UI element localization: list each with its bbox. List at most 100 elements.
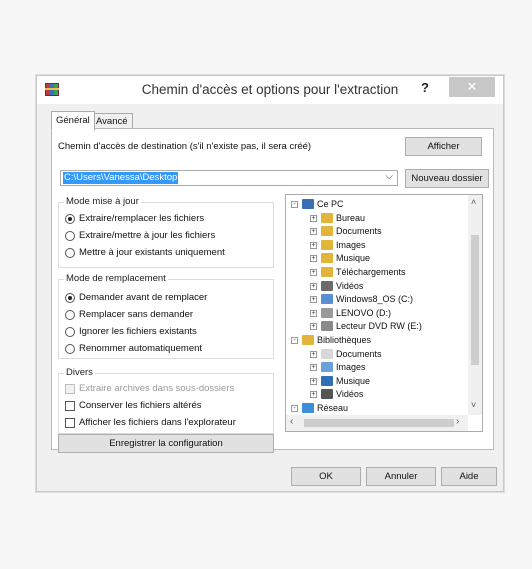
documents-library-icon	[321, 348, 333, 359]
collapse-icon[interactable]: -	[291, 337, 298, 344]
tree-node-label[interactable]: Musique	[336, 375, 370, 387]
tree-node-label[interactable]: Bureau	[336, 212, 365, 224]
tree-node-label[interactable]: Vidéos	[336, 280, 363, 292]
pictures-library-icon	[321, 362, 333, 373]
network-icon	[302, 403, 314, 413]
expand-icon[interactable]: +	[310, 350, 317, 358]
overwrite-mode-group: Mode de remplacement Demander avant de r…	[58, 273, 274, 359]
libraries-icon	[302, 335, 314, 345]
chevron-down-icon[interactable]: ⌵	[385, 171, 393, 182]
general-tab-panel: Chemin d'accès de destination (s'il n'ex…	[51, 128, 494, 453]
expand-icon[interactable]: +	[310, 241, 317, 249]
pictures-folder-icon	[321, 239, 333, 250]
folder-tree[interactable]: - Ce PC + Bureau + Documents + Images + Musique + T…	[285, 194, 483, 432]
tree-node-label[interactable]: Documents	[336, 225, 382, 237]
option-update-existing[interactable]: Mettre à jour existants uniquement	[79, 247, 225, 258]
title-bar[interactable]: Chemin d'accès et options pour l'extract…	[37, 76, 503, 104]
radio-auto-rename[interactable]	[65, 344, 75, 354]
dvd-drive-icon	[321, 321, 333, 332]
checkbox-extract-subfolders[interactable]	[65, 384, 75, 394]
radio-extract-update[interactable]	[65, 231, 75, 241]
tree-node-label[interactable]: LENOVO (D:)	[336, 307, 391, 319]
expand-icon[interactable]: +	[310, 364, 317, 372]
close-icon: ✕	[466, 79, 478, 94]
radio-skip-existing[interactable]	[65, 327, 75, 337]
new-folder-button[interactable]: Nouveau dossier	[405, 169, 489, 188]
system-drive-icon	[321, 294, 333, 305]
expand-icon[interactable]: +	[310, 269, 317, 276]
checkbox-show-in-explorer[interactable]	[65, 418, 75, 428]
save-settings-button[interactable]: Enregistrer la configuration	[58, 434, 274, 453]
scroll-down-icon[interactable]: ˅	[471, 400, 476, 410]
scroll-right-icon[interactable]: ›	[456, 416, 459, 427]
computer-icon	[302, 199, 314, 209]
show-button[interactable]: Afficher	[405, 137, 482, 156]
option-replace-without-asking[interactable]: Remplacer sans demander	[79, 309, 193, 320]
scroll-left-icon[interactable]: ‹	[290, 416, 293, 427]
destination-label: Chemin d'accès de destination (s'il n'ex…	[58, 141, 312, 152]
option-skip-existing[interactable]: Ignorer les fichiers existants	[79, 326, 197, 337]
radio-ask-before[interactable]	[65, 293, 75, 303]
expand-icon[interactable]: +	[310, 214, 317, 222]
option-extract-replace[interactable]: Extraire/remplacer les fichiers	[79, 213, 204, 224]
update-mode-title: Mode mise à jour	[64, 196, 141, 207]
tab-general[interactable]: Général	[51, 111, 95, 131]
scroll-up-icon[interactable]: ˄	[471, 197, 476, 207]
expand-icon[interactable]: +	[310, 309, 317, 317]
horizontal-scroll-thumb[interactable]	[304, 419, 454, 427]
vertical-scrollbar[interactable]: ˄ ˅	[468, 195, 482, 415]
videos-folder-icon	[321, 280, 333, 291]
update-mode-group: Mode mise à jour Extraire/remplacer les …	[58, 196, 274, 268]
expand-icon[interactable]: +	[310, 391, 317, 399]
radio-replace-without-asking[interactable]	[65, 310, 75, 320]
expand-icon[interactable]: +	[310, 377, 317, 385]
expand-icon[interactable]: +	[310, 296, 317, 304]
tree-node-label[interactable]: Documents	[336, 348, 382, 360]
misc-title: Divers	[64, 367, 95, 378]
option-show-in-explorer[interactable]: Afficher les fichiers dans l'explorateur	[79, 417, 236, 428]
close-button[interactable]: ✕	[449, 77, 495, 97]
option-extract-update[interactable]: Extraire/mettre à jour les fichiers	[79, 230, 215, 241]
music-library-icon	[321, 375, 333, 386]
drive-icon	[321, 307, 333, 318]
radio-update-existing[interactable]	[65, 248, 75, 258]
tree-node-label[interactable]: Lecteur DVD RW (E:)	[336, 320, 422, 332]
overwrite-mode-title: Mode de remplacement	[64, 273, 168, 284]
tree-node-label[interactable]: Vidéos	[336, 388, 363, 400]
tree-node-label[interactable]: Windows8_OS (C:)	[336, 293, 413, 305]
option-keep-broken[interactable]: Conserver les fichiers altérés	[79, 400, 202, 411]
horizontal-scrollbar[interactable]: ‹ ›	[286, 415, 468, 431]
option-ask-before[interactable]: Demander avant de remplacer	[79, 292, 207, 303]
expand-icon[interactable]: +	[310, 323, 317, 331]
help-button[interactable]: Aide	[441, 467, 497, 486]
option-extract-subfolders[interactable]: Extraire archives dans sous-dossiers	[79, 383, 234, 394]
music-folder-icon	[321, 253, 333, 264]
expand-icon[interactable]: +	[310, 282, 317, 290]
cancel-button[interactable]: Annuler	[366, 467, 436, 486]
downloads-folder-icon	[321, 267, 333, 277]
collapse-icon[interactable]: -	[291, 201, 298, 208]
tree-node-label[interactable]: Bibliothèques	[317, 334, 371, 346]
expand-icon[interactable]: +	[310, 255, 317, 263]
collapse-icon[interactable]: -	[291, 405, 298, 412]
ok-button[interactable]: OK	[291, 467, 361, 486]
vertical-scroll-thumb[interactable]	[471, 235, 479, 365]
checkbox-keep-broken[interactable]	[65, 401, 75, 411]
tree-node-label[interactable]: Ce PC	[317, 198, 344, 210]
destination-combobox[interactable]: C:\Users\Vanessa\Desktop ⌵	[60, 170, 398, 186]
extraction-dialog: Chemin d'accès et options pour l'extract…	[36, 75, 504, 492]
option-auto-rename[interactable]: Renommer automatiquement	[79, 343, 202, 354]
documents-folder-icon	[321, 226, 333, 237]
tree-node-label[interactable]: Musique	[336, 252, 370, 264]
tree-node-label[interactable]: Images	[336, 361, 366, 373]
tree-node-label[interactable]: Réseau	[317, 402, 348, 414]
expand-icon[interactable]: +	[310, 228, 317, 236]
videos-library-icon	[321, 389, 333, 400]
radio-extract-replace[interactable]	[65, 214, 75, 224]
tree-node-label[interactable]: Images	[336, 239, 366, 251]
desktop-folder-icon	[321, 212, 333, 223]
help-title-button[interactable]: ?	[415, 80, 435, 98]
tree-node-label[interactable]: Téléchargements	[336, 266, 406, 278]
destination-path-value[interactable]: C:\Users\Vanessa\Desktop	[63, 172, 179, 184]
misc-group: Divers Extraire archives dans sous-dossi…	[58, 367, 274, 434]
